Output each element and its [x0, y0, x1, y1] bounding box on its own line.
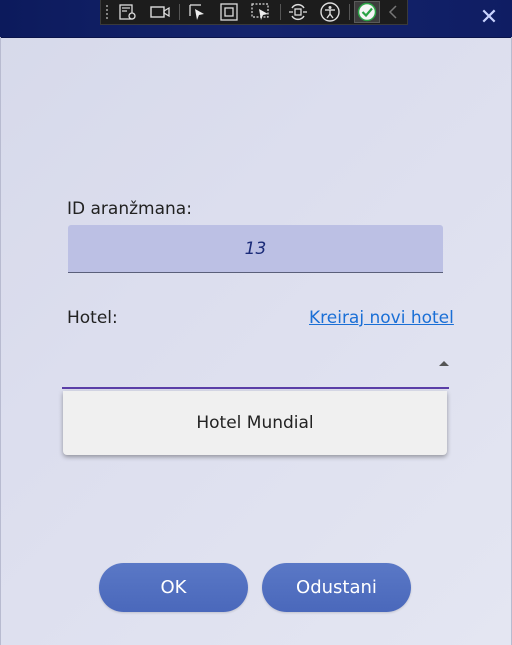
live-visual-tree-icon[interactable] — [115, 1, 141, 23]
id-aranzmana-field[interactable]: 13 — [68, 225, 443, 273]
create-new-hotel-link[interactable]: Kreiraj novi hotel — [309, 308, 454, 328]
dropdown-option[interactable]: Hotel Mundial — [63, 391, 447, 455]
window-titlebar: ✕ — [0, 0, 512, 38]
debug-toolbar — [100, 0, 408, 25]
toolbar-separator — [179, 4, 180, 20]
accessibility-icon[interactable] — [317, 1, 343, 23]
toolbar-grip[interactable] — [105, 3, 109, 21]
hotel-label: Hotel: — [67, 308, 118, 328]
select-element-icon[interactable] — [184, 1, 210, 23]
toolbar-separator — [280, 4, 281, 20]
hotel-dropdown-list: Hotel Mundial — [63, 391, 447, 455]
display-layout-adorners-icon[interactable] — [216, 1, 242, 23]
window-border-left — [0, 37, 1, 645]
video-icon[interactable] — [147, 1, 173, 23]
hot-reload-icon[interactable] — [285, 1, 311, 23]
track-focus-icon[interactable] — [248, 1, 274, 23]
cancel-button[interactable]: Odustani — [262, 563, 411, 612]
binding-check-icon[interactable] — [354, 1, 380, 23]
ok-button[interactable]: OK — [99, 563, 248, 612]
combo-arrow-up-icon[interactable] — [439, 361, 449, 366]
close-icon[interactable]: ✕ — [478, 7, 500, 29]
hotel-combobox[interactable] — [62, 342, 449, 389]
collapse-chevron-icon[interactable] — [386, 1, 400, 23]
toolbar-separator — [349, 4, 350, 20]
id-aranzmana-label: ID aranžmana: — [67, 199, 192, 219]
